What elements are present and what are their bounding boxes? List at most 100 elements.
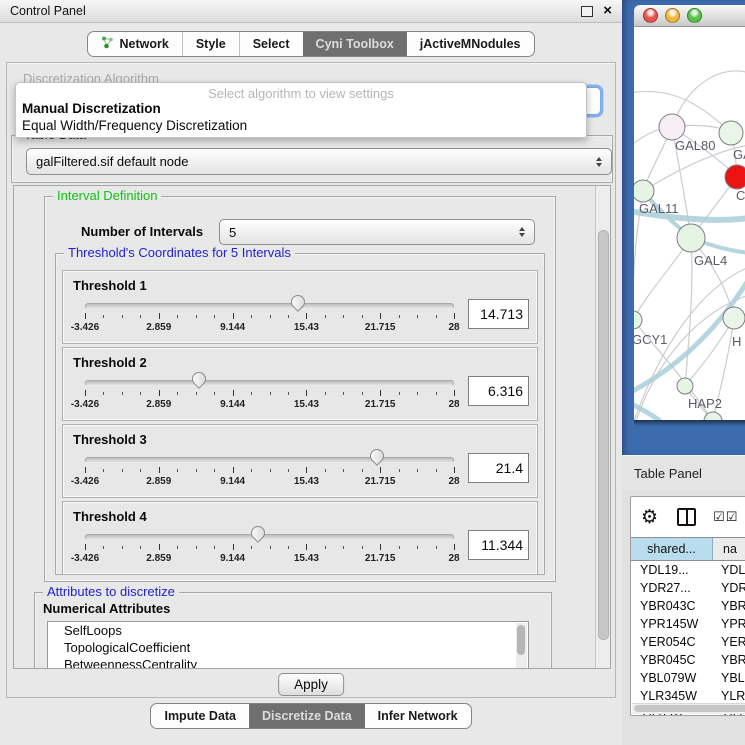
tick-mark — [399, 392, 400, 395]
tick-mark — [436, 315, 437, 318]
table-hscrollbar[interactable] — [632, 703, 745, 714]
tick-mark — [325, 392, 326, 395]
dropdown-option[interactable]: Manual Discretization — [16, 101, 586, 118]
threshold-list: Threshold 1 -3.4262.8599.14415.4321.7152… — [62, 270, 538, 578]
gear-icon[interactable]: ⚙ — [641, 508, 658, 527]
close-traffic-light-icon[interactable] — [643, 8, 658, 23]
control-panel-titlebar: Control Panel × — [0, 0, 622, 23]
network-node[interactable] — [634, 180, 654, 202]
split-columns-icon[interactable] — [677, 508, 696, 526]
float-window-icon[interactable] — [581, 6, 593, 17]
network-node[interactable] — [723, 307, 745, 329]
table-cell: YLR345W — [631, 689, 712, 703]
threshold-panel: Threshold 2 -3.4262.8599.14415.4321.7152… — [62, 347, 538, 421]
tick-mark — [270, 392, 271, 395]
tick-mark — [454, 544, 455, 550]
zoom-traffic-light-icon[interactable] — [687, 8, 702, 23]
attribute-list-item[interactable]: SelfLoops — [48, 622, 528, 639]
table-column-header[interactable]: na — [713, 538, 745, 560]
table-row[interactable]: YBR043CYBR0 — [631, 597, 745, 615]
tick-mark — [436, 546, 437, 549]
network-node-label: GAL11 — [639, 201, 679, 216]
threshold-slider[interactable]: -3.4262.8599.14415.4321.71528 — [85, 297, 454, 339]
table-panel-title: Table Panel — [634, 466, 702, 481]
network-node[interactable] — [719, 121, 743, 145]
tab-network[interactable]: Network — [88, 32, 181, 56]
threshold-value-field[interactable]: 11.344 — [468, 530, 529, 560]
attribute-list-item[interactable]: BetweennessCentrality — [48, 656, 528, 669]
table-cell: YLR3 — [712, 689, 745, 703]
number-of-intervals-value: 5 — [229, 225, 236, 240]
table-cell: YER054C — [631, 635, 712, 649]
slider-track[interactable] — [85, 303, 454, 309]
numerical-attributes-label: Numerical Attributes — [43, 601, 170, 616]
tick-mark — [251, 546, 252, 549]
tick-mark — [288, 546, 289, 549]
slider-track[interactable] — [85, 380, 454, 386]
tick-label: -3.426 — [71, 322, 99, 333]
panel-scrollbar[interactable] — [595, 186, 610, 668]
minimize-traffic-light-icon[interactable] — [665, 8, 680, 23]
threshold-value-field[interactable]: 14.713 — [468, 299, 529, 329]
table-row[interactable]: YDR27...YDR2 — [631, 579, 745, 597]
tick-label: 15.43 — [294, 553, 319, 564]
threshold-slider[interactable]: -3.4262.8599.14415.4321.71528 — [85, 374, 454, 416]
network-graph[interactable]: GAL80GACGAL11GAL4GCY1HHAP2 — [634, 27, 745, 420]
tick-mark — [159, 390, 160, 396]
tab-select[interactable]: Select — [239, 32, 303, 56]
tick-mark — [159, 313, 160, 319]
threshold-slider[interactable]: -3.4262.8599.14415.4321.71528 — [85, 451, 454, 493]
tick-mark — [417, 315, 418, 318]
table-row[interactable]: YDL19...YDL1 — [631, 561, 745, 579]
network-node[interactable] — [634, 311, 642, 329]
network-canvas[interactable]: GAL80GACGAL11GAL4GCY1HHAP2 — [634, 27, 745, 420]
network-node[interactable] — [677, 224, 705, 252]
threshold-label: Threshold 4 — [73, 509, 147, 524]
tab-impute-data[interactable]: Impute Data — [151, 704, 249, 728]
select-columns-icon[interactable]: ☑☑ — [713, 510, 738, 525]
tick-mark — [288, 315, 289, 318]
threshold-slider-row: -3.4262.8599.14415.4321.71528 6.316 — [73, 374, 529, 416]
threshold-slider[interactable]: -3.4262.8599.14415.4321.71528 — [85, 528, 454, 570]
attribute-list-item[interactable]: TopologicalCoefficient — [48, 639, 528, 656]
tick-label: 28 — [448, 476, 459, 487]
tick-mark — [399, 315, 400, 318]
top-tabbar: NetworkStyleSelectCyni ToolboxjActiveMNo… — [87, 31, 534, 57]
table-cell: YER0 — [712, 635, 745, 649]
network-node[interactable] — [659, 114, 685, 140]
threshold-value-field[interactable]: 21.4 — [468, 453, 529, 483]
close-icon[interactable]: × — [603, 5, 612, 17]
apply-button[interactable]: Apply — [278, 673, 344, 696]
table-row[interactable]: YPR145WYPR1 — [631, 615, 745, 633]
table-data-combobox[interactable]: galFiltered.sif default node — [26, 148, 612, 175]
tick-mark — [362, 469, 363, 472]
tab-infer-network[interactable]: Infer Network — [365, 704, 471, 728]
dropdown-option[interactable]: Equal Width/Frequency Discretization — [16, 118, 586, 135]
tab-jactivemnodules[interactable]: jActiveMNodules — [407, 32, 534, 56]
tab-cyni-toolbox[interactable]: Cyni Toolbox — [303, 32, 407, 56]
table-row[interactable]: YER054CYER0 — [631, 633, 745, 651]
threshold-value-field[interactable]: 6.316 — [468, 376, 529, 406]
table-row[interactable]: YBL079WYBL0 — [631, 669, 745, 687]
network-node[interactable] — [725, 165, 745, 189]
numerical-attributes-list[interactable]: SelfLoopsTopologicalCoefficientBetweenne… — [47, 621, 529, 669]
attributes-group: Attributes to discretize Numerical Attri… — [34, 592, 552, 669]
combobox-arrows-icon — [596, 157, 602, 167]
tick-mark — [251, 315, 252, 318]
network-node[interactable] — [677, 378, 693, 394]
network-nodes[interactable] — [634, 114, 745, 420]
number-of-intervals-combobox[interactable]: 5 — [219, 219, 535, 245]
table-toolbar: ⚙ ☑☑ — [631, 497, 745, 537]
table-cell: YPR1 — [712, 617, 745, 631]
slider-track[interactable] — [85, 457, 454, 463]
table-column-header[interactable]: shared... — [631, 538, 713, 560]
tick-mark — [251, 469, 252, 472]
tick-mark — [214, 392, 215, 395]
table-row[interactable]: YBR045CYBR0 — [631, 651, 745, 669]
slider-track[interactable] — [85, 534, 454, 540]
tab-discretize-data[interactable]: Discretize Data — [249, 704, 365, 728]
list-scrollbar[interactable] — [516, 623, 527, 669]
tick-mark — [196, 392, 197, 395]
network-node-label: H — [732, 334, 741, 349]
tab-style[interactable]: Style — [182, 32, 239, 56]
